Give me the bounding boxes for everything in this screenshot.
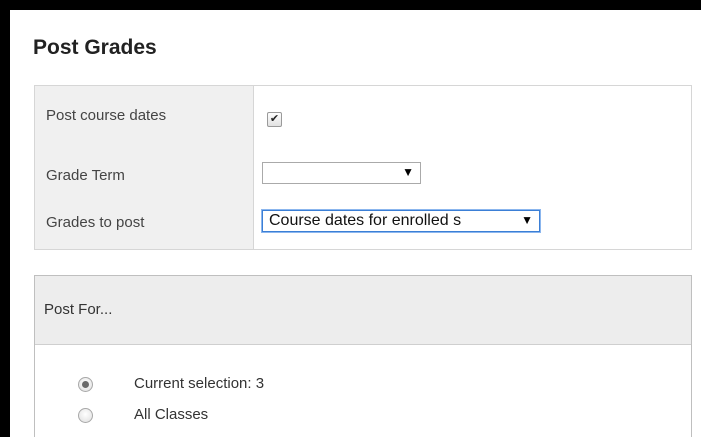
current-selection-radio[interactable] — [78, 377, 93, 392]
all-classes-radio[interactable] — [78, 408, 93, 423]
chevron-down-icon: ▼ — [521, 213, 533, 227]
post-for-header: Post For... — [35, 276, 691, 345]
post-for-title: Post For... — [44, 301, 113, 318]
post-grades-dialog: Post Grades Post course dates ✔ Grade Te… — [10, 10, 701, 437]
radio-selected-dot — [82, 381, 89, 388]
settings-panel: Post course dates ✔ Grade Term ▼ Grades … — [34, 85, 692, 250]
all-classes-label[interactable]: All Classes — [134, 406, 208, 423]
post-for-panel: Post For... Current selection: 3 All Cla… — [34, 275, 692, 437]
current-selection-label[interactable]: Current selection: 3 — [134, 375, 264, 392]
page-title: Post Grades — [33, 36, 157, 59]
grades-to-post-label: Grades to post — [46, 214, 145, 231]
post-course-dates-label: Post course dates — [46, 107, 167, 124]
chevron-down-icon: ▼ — [402, 165, 414, 179]
post-course-dates-checkbox[interactable]: ✔ — [267, 112, 282, 127]
checkmark-icon: ✔ — [269, 113, 280, 125]
grades-to-post-value: Course dates for enrolled s — [269, 212, 462, 229]
grade-term-select[interactable]: ▼ — [262, 162, 421, 184]
grade-term-label: Grade Term — [46, 167, 125, 184]
grades-to-post-select[interactable]: Course dates for enrolled s ▼ — [262, 210, 540, 232]
